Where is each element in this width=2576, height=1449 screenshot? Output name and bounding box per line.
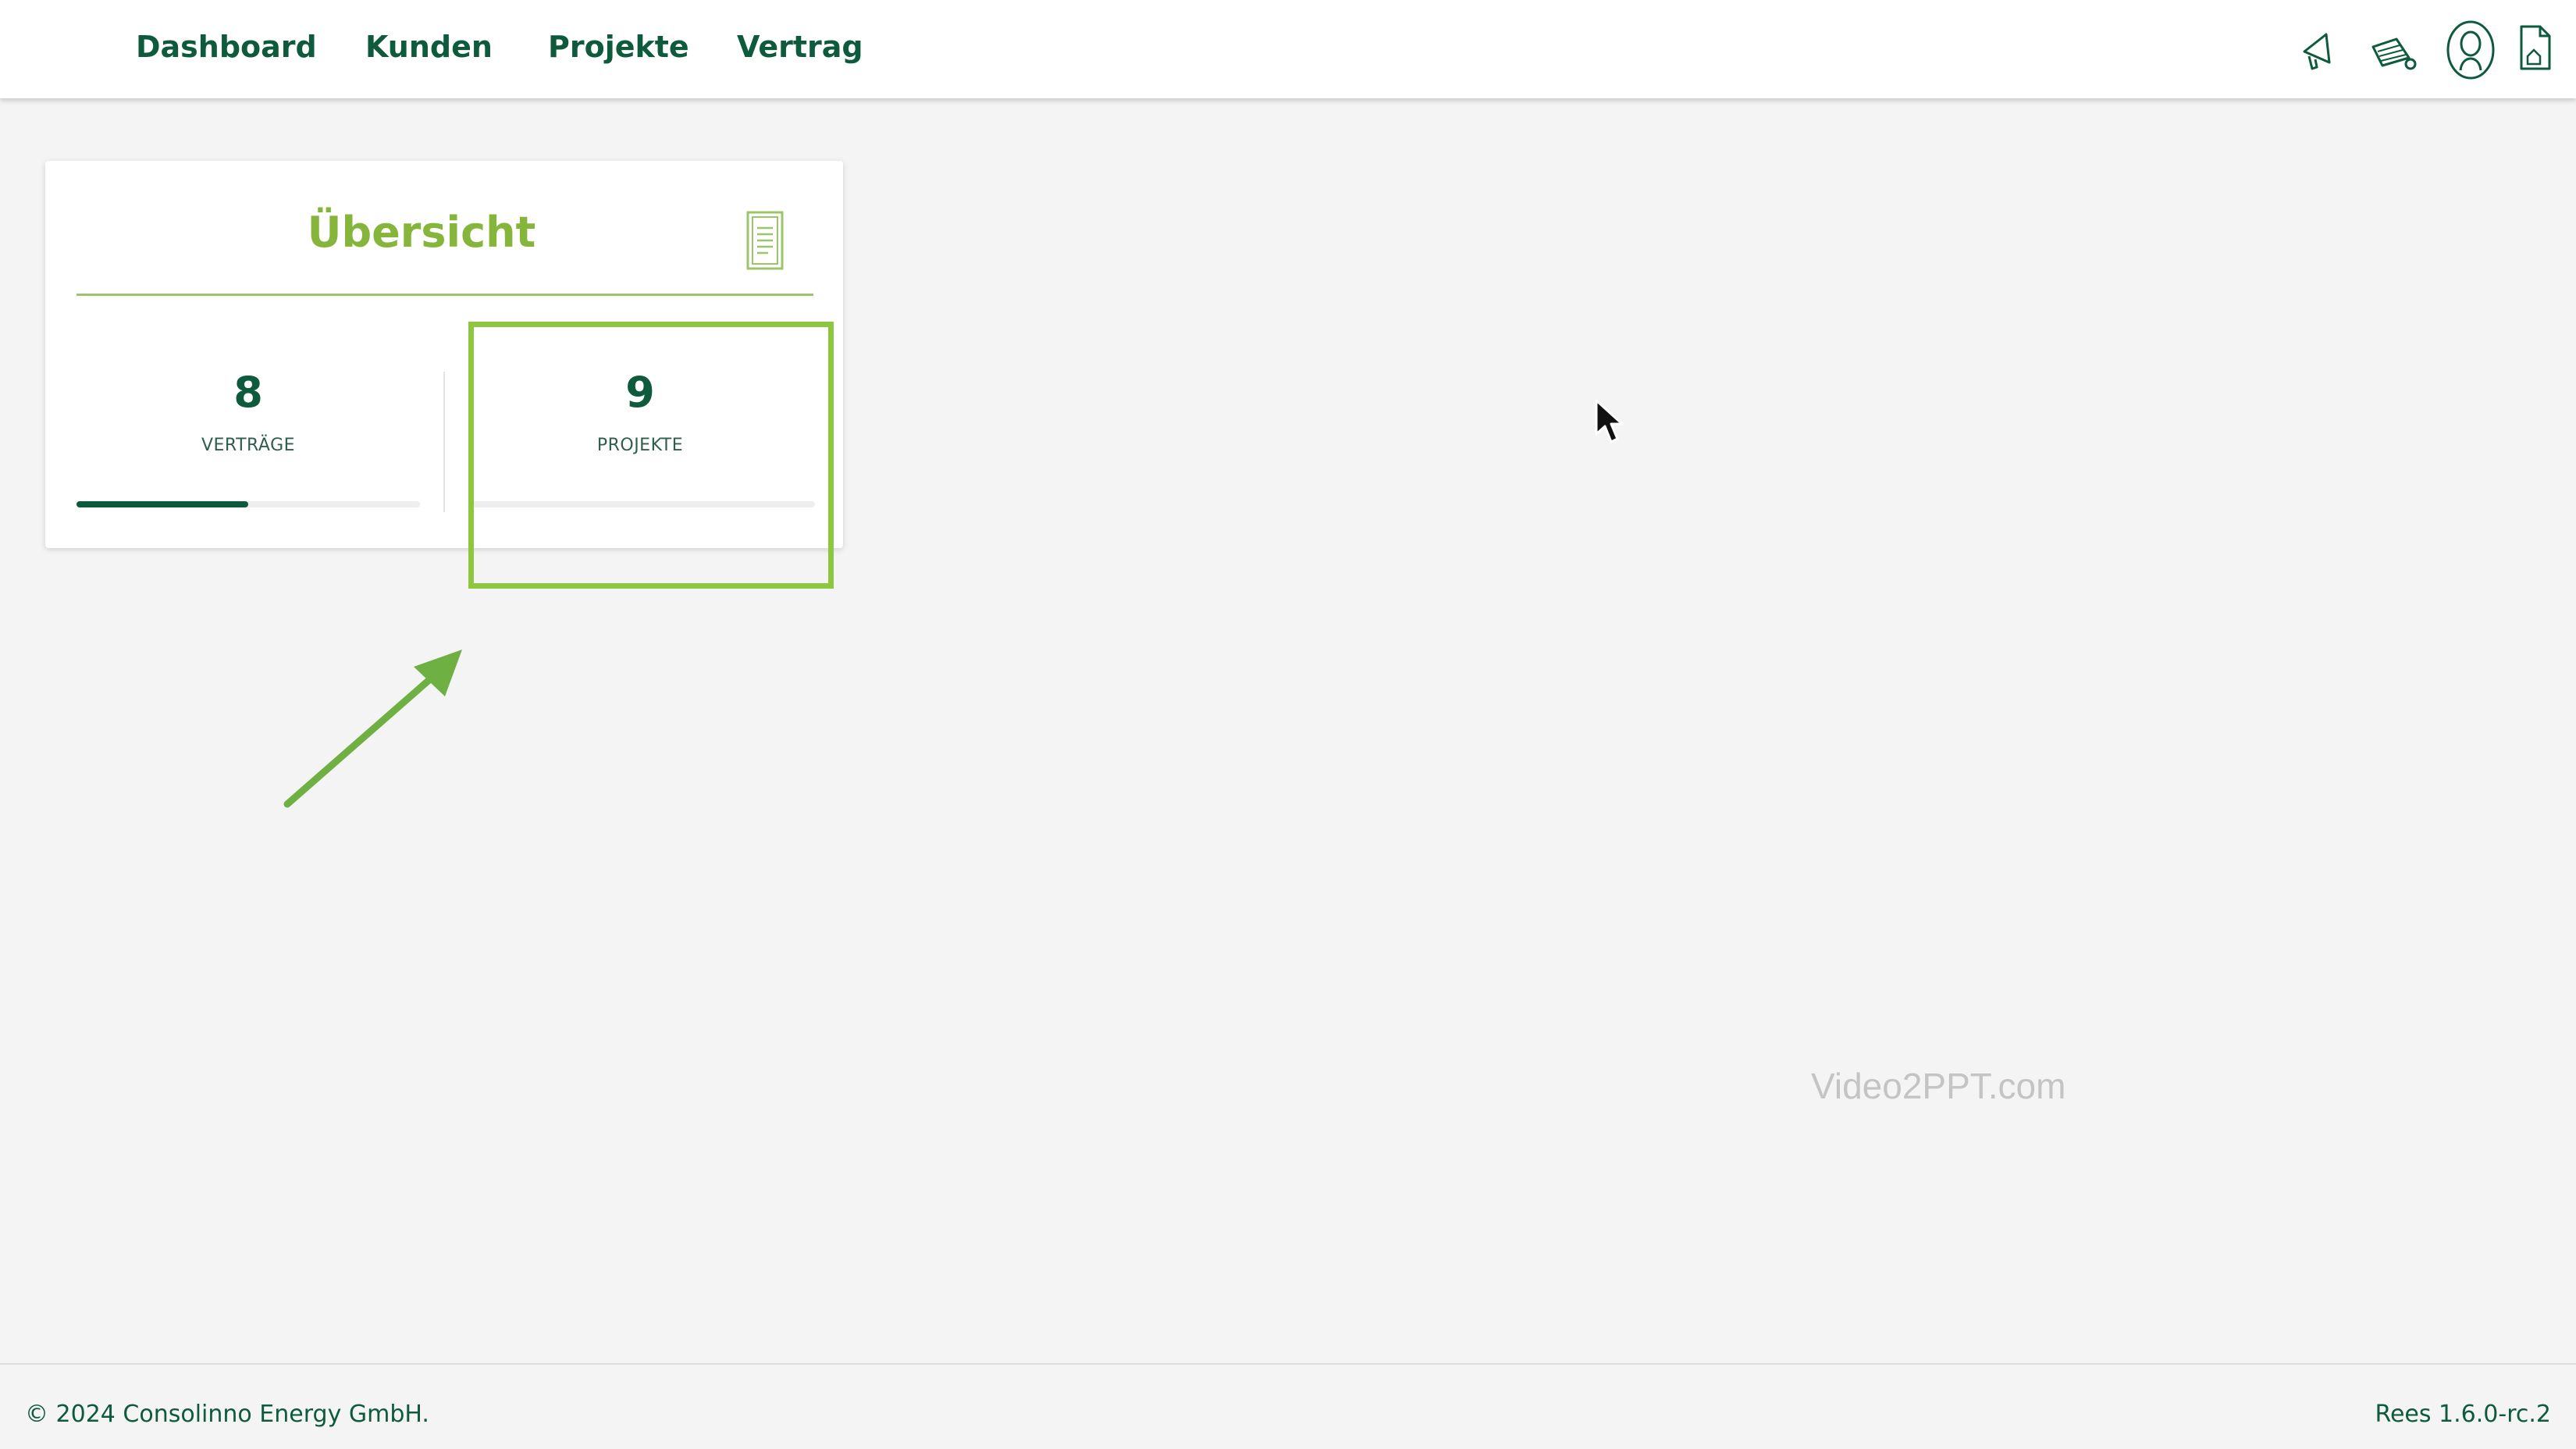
annotation-arrow-icon [281, 640, 468, 816]
highlight-box [468, 322, 834, 589]
vertraege-label: VERTRÄGE [201, 436, 296, 455]
watermark-text: Video2PPT.com [1811, 1066, 2066, 1106]
top-navigation-bar: Dashboard Kunden Projekte Vertrag [0, 0, 2576, 98]
nav-dashboard[interactable]: Dashboard [136, 30, 317, 64]
stat-vertraege[interactable]: 8 VERTRÄGE [61, 368, 436, 456]
footer-copyright: © 2024 Consolinno Energy GmbH. [25, 1401, 429, 1428]
nav-vertrag[interactable]: Vertrag [737, 30, 863, 64]
mouse-cursor-icon [1594, 398, 1625, 450]
vertraege-progress-bar [76, 501, 420, 507]
nav-projekte[interactable]: Projekte [548, 30, 689, 64]
loudspeaker-icon[interactable] [2368, 31, 2418, 75]
document-icon[interactable] [2517, 23, 2554, 72]
document-list-icon [745, 209, 788, 279]
vertraege-count: 8 [233, 368, 263, 417]
nav-kunden[interactable]: Kunden [365, 30, 493, 64]
title-divider [76, 294, 813, 296]
overview-title: Übersicht [307, 208, 536, 257]
vertraege-progress-fill [76, 501, 248, 507]
user-account-icon[interactable] [2445, 19, 2496, 81]
footer-version: Rees 1.6.0-rc.2 [2375, 1401, 2551, 1428]
megaphone-icon[interactable] [2298, 28, 2337, 75]
stat-separator [443, 372, 445, 512]
page-footer: © 2024 Consolinno Energy GmbH. Rees 1.6.… [0, 1363, 2576, 1449]
